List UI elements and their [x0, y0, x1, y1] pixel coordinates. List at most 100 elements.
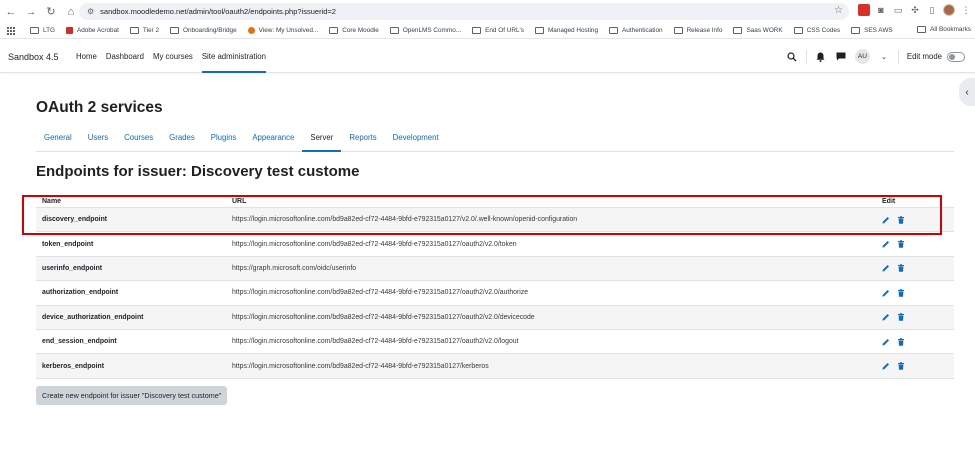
profile-avatar[interactable] — [943, 4, 955, 16]
url-text: sandbox.moodledemo.net/admin/tool/oauth2… — [100, 7, 336, 16]
apps-shortcut[interactable] — [7, 26, 19, 35]
reload-icon[interactable]: ↻ — [42, 3, 60, 21]
tab-development[interactable]: Development — [385, 126, 447, 152]
bookmark-item[interactable]: End Of URL's — [472, 27, 524, 34]
endpoint-name: token_endpoint — [42, 240, 94, 248]
site-info-icon[interactable]: ⚙ — [87, 7, 94, 16]
edit-mode-label: Edit mode — [906, 52, 942, 61]
nav-dashboard[interactable]: Dashboard — [106, 40, 144, 73]
endpoint-name: device_authorization_endpoint — [42, 313, 144, 321]
address-bar[interactable]: ⚙ sandbox.moodledemo.net/admin/tool/oaut… — [79, 3, 849, 20]
table-row: device_authorization_endpoint https://log… — [36, 305, 954, 330]
chevron-down-icon[interactable]: ⌄ — [878, 51, 890, 63]
bookmark-item[interactable]: CSS Codes — [793, 27, 840, 34]
endpoint-name: userinfo_endpoint — [42, 264, 103, 272]
tab-server[interactable]: Server — [302, 126, 342, 152]
table-body: discovery_endpoint https://login.microsof… — [36, 208, 954, 379]
apps-grid-icon — [7, 26, 15, 35]
home-icon[interactable]: ⌂ — [62, 3, 80, 21]
column-header-url[interactable]: URL — [232, 198, 872, 205]
edit-pencil-icon[interactable] — [882, 289, 890, 297]
bookmark-item[interactable]: Onboarding/Bridge — [170, 27, 237, 34]
search-icon[interactable] — [786, 51, 798, 63]
endpoint-url: https://login.microsoftonline.com/bd9a82… — [232, 338, 519, 346]
column-header-name[interactable]: Name — [36, 198, 232, 205]
create-endpoint-button[interactable]: Create new endpoint for issuer "Discover… — [36, 386, 228, 405]
column-header-edit: Edit — [882, 198, 896, 205]
nav-my-courses[interactable]: My courses — [153, 40, 193, 73]
delete-trash-icon[interactable] — [897, 337, 905, 346]
endpoints-table: Name URL Edit discovery_endpoint https://… — [36, 191, 954, 379]
edit-pencil-icon[interactable] — [882, 264, 890, 272]
folder-icon — [30, 27, 39, 34]
nav-site-administration[interactable]: Site administration — [201, 40, 266, 73]
edit-mode-toggle[interactable] — [947, 51, 965, 62]
browser-toolbar: ← → ↻ ⌂ ⚙ sandbox.moodledemo.net/admin/t… — [0, 0, 975, 23]
tab-grades[interactable]: Grades — [161, 126, 203, 152]
delete-trash-icon[interactable] — [897, 289, 905, 297]
edit-pencil-icon[interactable] — [882, 338, 890, 346]
back-icon[interactable]: ← — [2, 3, 20, 21]
bookmark-item[interactable]: Release Info — [673, 27, 722, 34]
bookmark-item[interactable]: Tier 2 — [129, 27, 159, 34]
user-avatar[interactable]: AU — [854, 49, 870, 64]
messages-icon[interactable] — [835, 51, 847, 63]
table-row: kerberos_endpoint https://login.microsoft… — [36, 354, 954, 379]
folder-icon — [851, 27, 861, 34]
endpoint-url: https://login.microsoftonline.com/bd9a82… — [232, 216, 578, 224]
table-row: userinfo_endpoint https://graph.microsoft… — [36, 256, 954, 282]
folder-icon — [534, 27, 544, 34]
bookmark-item[interactable]: Core Moodle — [329, 27, 379, 34]
folder-icon — [793, 27, 803, 34]
bookmark-item[interactable]: Authentication — [609, 27, 663, 34]
delete-trash-icon[interactable] — [897, 313, 905, 322]
puzzle-icon[interactable]: ✣ — [909, 4, 921, 16]
bookmark-item[interactable]: Saas WORK — [733, 27, 783, 34]
extension-icon[interactable]: ▭ — [892, 4, 904, 16]
bookmark-item[interactable]: SES AWS — [851, 27, 893, 34]
tab-courses[interactable]: Courses — [116, 126, 161, 152]
forward-icon[interactable]: → — [22, 3, 40, 21]
nav-home[interactable]: Home — [76, 40, 97, 73]
tab-general[interactable]: General — [36, 126, 80, 152]
endpoint-url: https://graph.microsoft.com/oidc/userinf… — [232, 264, 357, 272]
drawer-toggle-chevron-left-icon[interactable]: ‹ — [959, 78, 975, 106]
page-title: OAuth 2 services — [36, 99, 163, 116]
navbar-divider — [805, 49, 807, 64]
site-brand[interactable]: Sandbox 4.5 — [8, 52, 59, 62]
menu-kebab-icon[interactable]: ⋮ — [960, 4, 972, 16]
table-row: authorization_endpoint https://login.micr… — [36, 281, 954, 306]
tab-users[interactable]: Users — [80, 126, 116, 152]
endpoint-name: discovery_endpoint — [42, 216, 108, 224]
bookmark-item[interactable]: OpenLMS Commo... — [389, 27, 461, 34]
camera-icon[interactable]: ◙ — [875, 4, 887, 16]
endpoint-name: authorization_endpoint — [42, 289, 119, 297]
all-bookmarks[interactable]: All Bookmarks — [917, 26, 971, 33]
folder-icon — [389, 27, 399, 34]
delete-trash-icon[interactable] — [897, 362, 905, 370]
bookmark-item[interactable]: LTG — [30, 27, 55, 34]
bookmark-star-icon[interactable]: ☆ — [834, 5, 843, 16]
delete-trash-icon[interactable] — [897, 215, 905, 224]
bookmarks-bar: LTG Adobe Acrobat Tier 2 Onboarding/Brid… — [0, 23, 975, 39]
edit-pencil-icon[interactable] — [882, 216, 890, 224]
tab-plugins[interactable]: Plugins — [203, 126, 245, 152]
sidepanel-icon[interactable]: ▯ — [926, 4, 938, 16]
tab-reports[interactable]: Reports — [341, 126, 384, 152]
folder-icon — [673, 27, 683, 34]
edit-pencil-icon[interactable] — [882, 313, 890, 321]
bookmark-item[interactable]: View: My Unsolved... — [247, 27, 318, 34]
delete-trash-icon[interactable] — [897, 264, 905, 273]
tab-appearance[interactable]: Appearance — [244, 126, 302, 152]
table-row: end_session_endpoint https://login.micros… — [36, 330, 954, 355]
notification-bell-icon[interactable] — [815, 51, 827, 63]
navbar-divider — [897, 49, 899, 64]
bookmark-item[interactable]: Managed Hosting — [534, 27, 598, 34]
bookmark-item[interactable]: Adobe Acrobat — [65, 27, 119, 34]
extension-red-icon[interactable] — [858, 4, 870, 16]
edit-pencil-icon[interactable] — [882, 240, 890, 248]
delete-trash-icon[interactable] — [897, 240, 905, 248]
edit-pencil-icon[interactable] — [882, 362, 890, 370]
table-row: token_endpoint https://login.microsoftonl… — [36, 232, 954, 257]
folder-icon — [472, 27, 482, 34]
